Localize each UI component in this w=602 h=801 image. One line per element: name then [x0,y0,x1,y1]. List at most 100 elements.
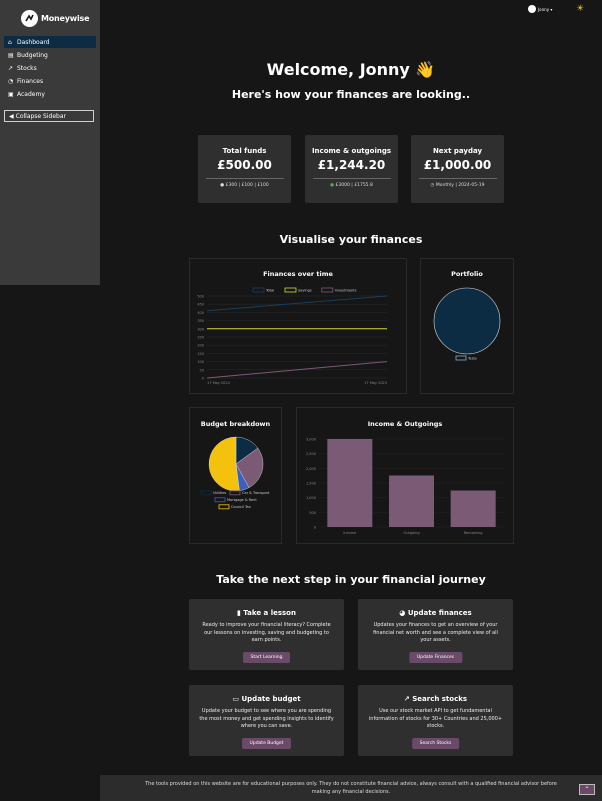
bar [450,490,496,527]
start-learning-button[interactable]: Start Learning [242,652,291,663]
stat-card-next-payday: Next payday £1,000.00 ◷ Monthly | 2024-0… [411,135,504,203]
brand[interactable]: Moneywise [21,10,90,27]
legend-label: Mortgage & Rent [227,498,257,502]
wallet-icon: ▭ [232,695,240,703]
bar-chart: 0 500 1,000 1,500 2,000 2,500 3,000 Income Outgo… [306,438,504,535]
action-desc: Updates your finances to get an overview… [373,622,498,643]
legend-label: Savings [298,289,312,293]
y-tick-label: 100 [197,360,204,364]
action-card-finances: ◕ Update finances Updates your finances … [358,599,513,670]
academy-icon: ▣ [8,90,14,98]
legend-label: Utilities [213,491,226,495]
budget-pie-chart: Utilities Car & Transport Mortgage & Rent C… [200,436,270,510]
legend-label: Council Tax [231,505,251,509]
action-title: ◕ Update finances [358,609,513,617]
legend-swatch [218,504,230,510]
book-icon: ▮ [237,609,241,617]
sidebar-item-budgeting[interactable]: ▤ Budgeting [4,49,96,61]
legend-label: Total [265,289,274,293]
stat-sub: ● £3000 | £1755.8 [305,183,398,188]
sidebar-item-academy[interactable]: ▣ Academy [4,88,96,100]
sidebar: Moneywise ⌂ Dashboard ▤ Budgeting ↗ Stoc… [0,0,100,285]
brand-name: Moneywise [41,14,90,23]
x-tick-label: Income [343,531,356,535]
welcome-heading: Welcome, Jonny 👋 [266,60,436,79]
legend-swatch [229,490,241,496]
y-tick-label: 400 [197,311,204,315]
x-tick-label: 17 May 2024 [364,381,388,385]
scroll-top-chevron-up-icon[interactable]: ⌃ [579,784,595,795]
action-card-lesson: ▮ Take a lesson Ready to improve your fi… [189,599,344,670]
stat-sub-text: Monthly | 2024-05-19 [435,183,485,188]
bar [389,475,434,527]
action-title-text: Update finances [407,609,472,617]
y-tick-label: 1,000 [306,496,316,500]
update-finances-button[interactable]: Update Finances [408,652,463,663]
stat-title: Next payday [432,147,483,155]
sidebar-item-dashboard[interactable]: ⌂ Dashboard [4,36,96,48]
y-tick-label: 350 [197,319,204,323]
legend-swatch [284,287,297,293]
user-menu[interactable]: Jonny ▾ [528,5,552,13]
stat-title: Total funds [222,147,267,155]
sidebar-nav: ⌂ Dashboard ▤ Budgeting ↗ Stocks ◔ Finan… [4,36,96,101]
next-step-title: Take the next step in your financial jou… [216,573,486,586]
legend-label: Investments [335,289,357,293]
stat-title: Income & outgoings [311,147,392,155]
update-budget-button[interactable]: Update Budget [241,738,292,749]
x-tick-label: 17 May 2024 [207,381,231,385]
piggy-bank-icon: ● [220,183,225,188]
y-tick-label: 1,500 [306,482,316,486]
bar [327,439,373,527]
moneywise-logo-icon [21,10,38,27]
y-tick-label: 500 [309,511,316,515]
pie-icon: ◕ [399,609,406,617]
collapse-sidebar-label: Collapse Sidebar [15,112,66,120]
stat-sub-text: £3000 | £1755.8 [335,183,373,188]
action-card-stocks: ↗ Search stocks Use our stock market API… [358,685,513,756]
stat-card-income-outgoings: Income & outgoings £1,244.20 ● £3000 | £… [305,135,398,203]
y-tick-label: 250 [197,336,204,340]
action-title: ▭ Update budget [189,695,344,703]
y-tick-label: 2,500 [306,452,316,456]
y-tick-label: 150 [197,352,204,356]
y-tick-label: 0 [314,526,316,530]
divider [312,178,391,179]
y-tick-label: 3,000 [306,438,316,442]
finances-over-time-panel: Finances over time 0 50 100 150 200 250 300 350… [189,258,407,394]
sidebar-item-label: Academy [17,90,45,98]
pie-slice [433,287,501,355]
action-desc: Use our stock market API to get fundamen… [368,708,503,729]
stat-value: £1,000.00 [423,158,492,172]
welcome-subtitle: Here's how your finances are looking.. [231,88,471,101]
legend-swatch [455,355,467,361]
stat-value: £500.00 [217,158,272,172]
legend-swatch [252,287,265,293]
legend-swatch [214,497,226,503]
finances-icon: ◔ [8,77,14,85]
stat-value: £1,244.20 [317,158,386,172]
plus-circle-icon: ● [330,183,335,188]
pie-slice [208,436,240,492]
line-chart: 0 50 100 150 200 250 300 350 400 450 500 17 May 202… [197,287,388,385]
portfolio-panel: Portfolio Tesla [420,258,514,394]
sidebar-item-label: Stocks [17,64,37,72]
stat-sub: ● £300 | £100 | £100 [198,183,291,188]
search-stocks-button[interactable]: Search Stocks [411,738,460,749]
y-tick-label: 50 [200,368,204,372]
sidebar-item-label: Finances [17,77,44,85]
sidebar-item-finances[interactable]: ◔ Finances [4,75,96,87]
legend-label: Tesla [467,357,477,361]
portfolio-pie-chart: Tesla [433,287,501,361]
collapse-sidebar-button[interactable]: ◀ Collapse Sidebar [4,110,94,122]
sidebar-item-stocks[interactable]: ↗ Stocks [4,62,96,74]
action-title-text: Search stocks [412,695,468,703]
user-name: Jonny ▾ [538,6,553,12]
y-tick-label: 450 [197,303,204,307]
divider [205,178,284,179]
theme-toggle-sun-icon[interactable]: ☀ [576,5,585,14]
legend-swatch [200,490,212,496]
visualise-title: Visualise your finances [279,233,423,246]
budget-icon: ▤ [8,51,14,59]
x-tick-label: Outgoing [403,531,419,535]
